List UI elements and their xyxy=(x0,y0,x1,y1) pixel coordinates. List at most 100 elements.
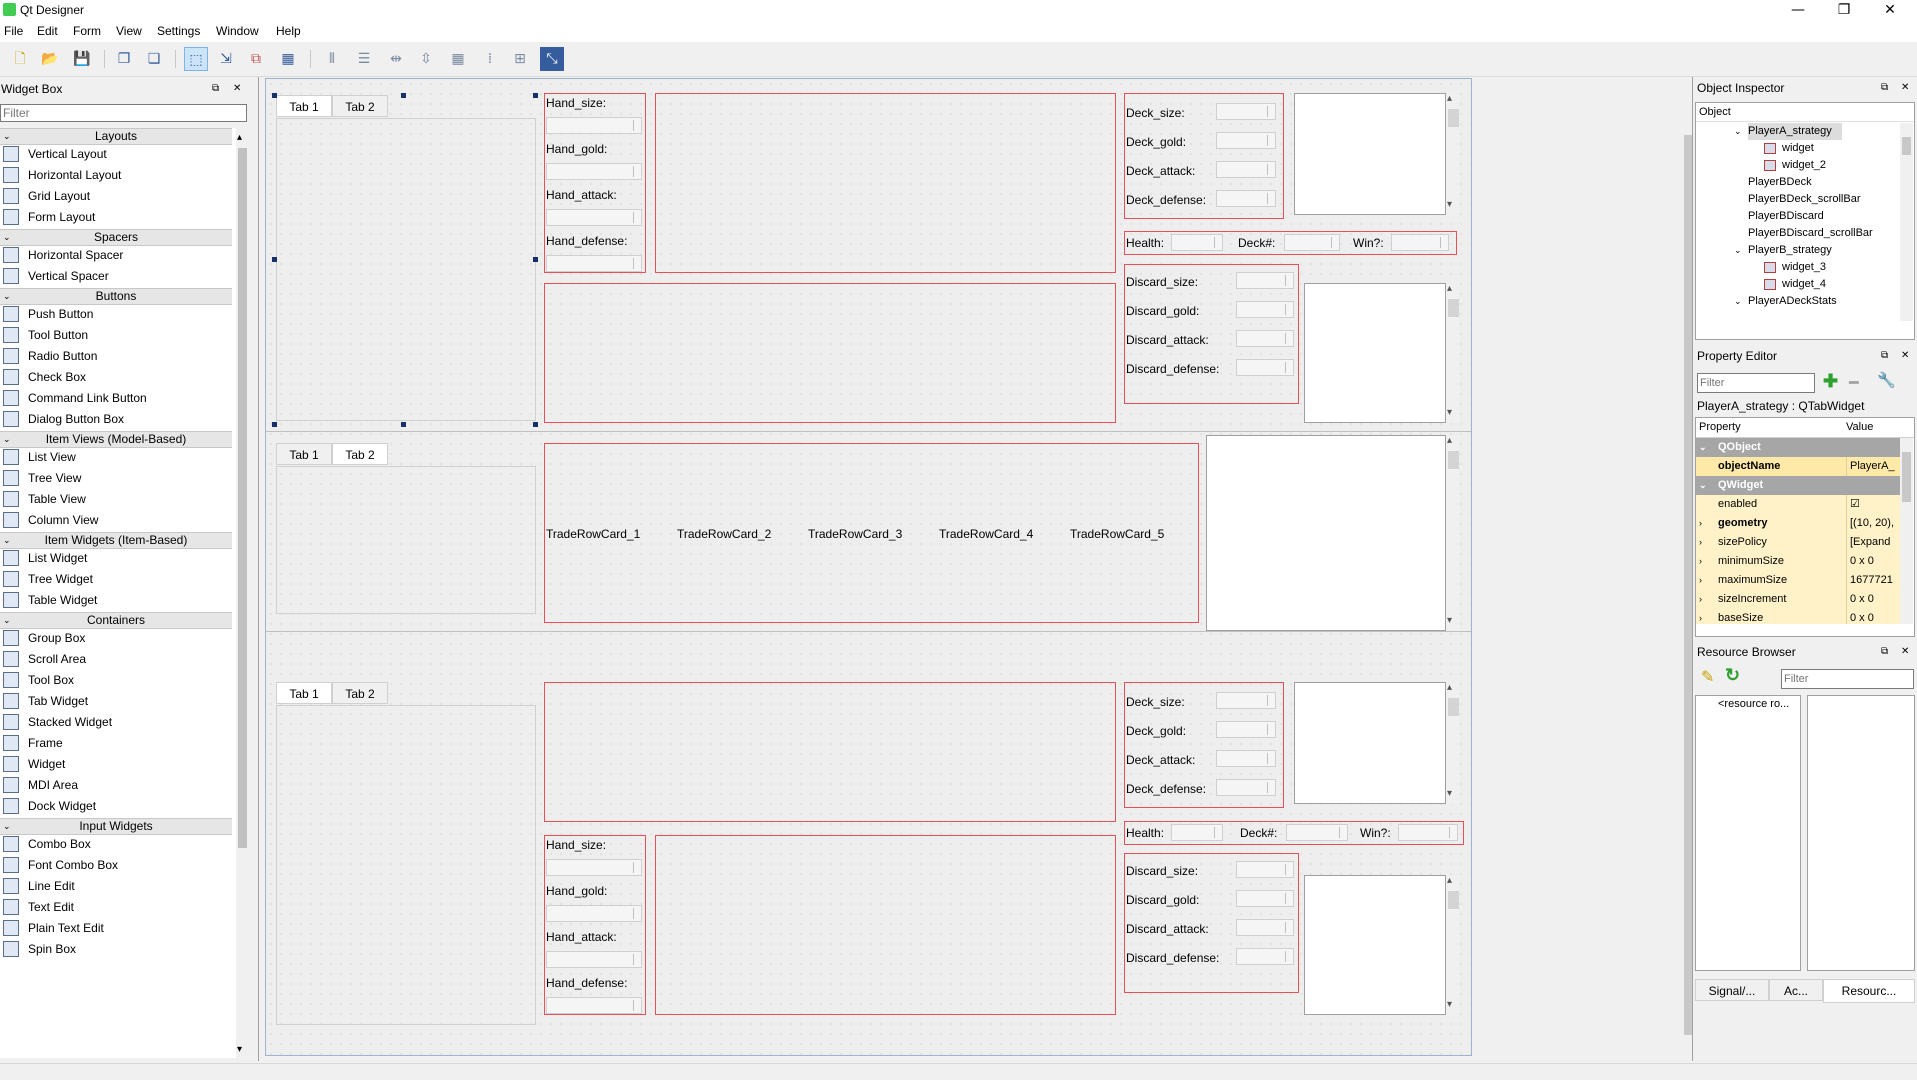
player-b-discard-list[interactable] xyxy=(1304,875,1446,1015)
float-icon[interactable]: ⧉ xyxy=(212,80,219,98)
discard-defense-spinbox[interactable] xyxy=(1236,948,1294,965)
form-canvas[interactable]: Tab 1 Tab 2 Hand_size: Hand_gold: Hand_a… xyxy=(265,78,1472,1056)
resource-filter-input[interactable] xyxy=(1781,669,1914,689)
float-icon[interactable]: ⧉ xyxy=(1881,79,1888,97)
chevron-right-icon[interactable]: › xyxy=(1699,552,1702,571)
chevron-right-icon[interactable]: › xyxy=(1699,514,1702,533)
add-dynamic-property-icon[interactable]: ✚ xyxy=(1823,371,1838,392)
property-value[interactable]: 1677721 xyxy=(1846,571,1900,590)
property-value[interactable]: 0 x 0 xyxy=(1846,590,1900,609)
widget-item[interactable]: Vertical Spacer xyxy=(0,264,232,288)
hand-size-spinbox[interactable] xyxy=(546,117,642,134)
player-a-hand-cards[interactable] xyxy=(655,93,1116,273)
configure-wrench-icon[interactable]: 🔧 xyxy=(1877,371,1896,389)
scroll-down-icon[interactable]: ▾ xyxy=(1447,999,1452,1010)
chevron-right-icon[interactable]: › xyxy=(1699,609,1702,624)
reload-icon[interactable]: ↻ xyxy=(1725,665,1740,686)
property-row[interactable]: › maximumSize 1677721 xyxy=(1696,571,1900,590)
trade-tab-page[interactable] xyxy=(276,466,536,614)
selection-handle[interactable] xyxy=(533,257,538,262)
player-b-hand-cards[interactable] xyxy=(655,835,1116,1015)
menu-help[interactable]: Help xyxy=(276,24,301,38)
close-button[interactable]: ✕ xyxy=(1867,0,1913,20)
tab-1[interactable]: Tab 1 xyxy=(276,443,332,465)
property-value[interactable]: 0 x 0 xyxy=(1846,609,1900,624)
resource-tree[interactable]: <resource ro... xyxy=(1695,695,1801,971)
tab-2[interactable]: Tab 2 xyxy=(332,682,388,704)
widget-item[interactable]: Dock Widget xyxy=(0,794,232,818)
object-tree-row[interactable]: widget_4 xyxy=(1696,276,1900,293)
health-spinbox[interactable] xyxy=(1171,234,1223,251)
property-row[interactable]: › geometry [(10, 20), xyxy=(1696,514,1900,533)
property-value[interactable]: [(10, 20), xyxy=(1846,514,1900,533)
object-tree-row[interactable]: PlayerBDiscard xyxy=(1696,208,1900,225)
remove-property-icon[interactable]: ━ xyxy=(1849,373,1859,393)
property-row[interactable]: enabled ☑ xyxy=(1696,495,1900,514)
send-to-back-icon[interactable]: ❐ xyxy=(112,47,136,71)
player-b-play-area[interactable] xyxy=(544,682,1116,822)
property-row[interactable]: › sizeIncrement 0 x 0 xyxy=(1696,590,1900,609)
chevron-right-icon[interactable]: › xyxy=(1699,571,1702,590)
win-spinbox[interactable] xyxy=(1398,824,1458,841)
trade-row-card-1[interactable]: TradeRowCard_1 xyxy=(546,527,640,541)
tab-1[interactable]: Tab 1 xyxy=(276,682,332,704)
object-tree-row[interactable]: PlayerBDeck xyxy=(1696,174,1900,191)
object-tree-row[interactable]: ⌄ PlayerADeckStats xyxy=(1696,293,1900,310)
property-scrollbar[interactable] xyxy=(1900,438,1913,624)
scroll-up-icon[interactable]: ▴ xyxy=(1447,93,1452,104)
widget-item[interactable]: Dialog Button Box xyxy=(0,407,232,431)
hand-defense-spinbox[interactable] xyxy=(546,255,642,272)
scroll-down-icon[interactable]: ▾ xyxy=(1447,407,1452,418)
scroll-down-icon[interactable]: ▾ xyxy=(1447,788,1452,799)
scrollbar-thumb[interactable] xyxy=(238,148,247,848)
scroll-up-icon[interactable]: ▴ xyxy=(1447,682,1452,693)
property-value[interactable]: 0 x 0 xyxy=(1846,552,1900,571)
chevron-down-icon[interactable]: ⌄ xyxy=(1734,242,1742,259)
edit-tab-order-icon[interactable]: ▦ xyxy=(276,47,300,71)
tab-2[interactable]: Tab 2 xyxy=(332,443,388,465)
discard-defense-spinbox[interactable] xyxy=(1236,359,1294,376)
hand-size-spinbox[interactable] xyxy=(546,859,642,876)
trade-log-scrollbar[interactable]: ▴ ▾ xyxy=(1446,435,1459,631)
menu-edit[interactable]: Edit xyxy=(37,24,58,38)
resource-root[interactable]: <resource ro... xyxy=(1718,698,1789,710)
layout-grid-icon[interactable]: ▦ xyxy=(446,47,470,71)
player-b-strategy-tab-page[interactable] xyxy=(276,705,536,1025)
deck-size-spinbox[interactable] xyxy=(1216,692,1276,709)
deck-gold-spinbox[interactable] xyxy=(1216,132,1276,149)
widget-item[interactable]: Table Widget xyxy=(0,588,232,612)
discard-attack-spinbox[interactable] xyxy=(1236,919,1294,936)
hand-attack-spinbox[interactable] xyxy=(546,951,642,968)
discard-size-spinbox[interactable] xyxy=(1236,861,1294,878)
selection-handle[interactable] xyxy=(401,422,406,427)
deck-defense-spinbox[interactable] xyxy=(1216,190,1276,207)
layout-horizontally-icon[interactable]: ⦀ xyxy=(320,47,344,71)
object-tree-scrollbar[interactable] xyxy=(1900,123,1913,321)
menu-file[interactable]: File xyxy=(4,24,23,38)
property-filter-input[interactable] xyxy=(1697,373,1815,393)
property-group-row[interactable]: ⌄ QWidget xyxy=(1696,476,1900,495)
chevron-down-icon[interactable]: ⌄ xyxy=(1699,476,1707,495)
selection-handle[interactable] xyxy=(272,93,277,98)
trade-row-card-5[interactable]: TradeRowCard_5 xyxy=(1070,527,1164,541)
edit-buddies-icon[interactable]: ⧉ xyxy=(244,47,268,71)
tab-2[interactable]: Tab 2 xyxy=(332,95,388,117)
discard-gold-spinbox[interactable] xyxy=(1236,890,1294,907)
tab-resource-browser[interactable]: Resourc... xyxy=(1823,979,1915,1003)
trade-row-card-2[interactable]: TradeRowCard_2 xyxy=(677,527,771,541)
property-value[interactable]: [Expand xyxy=(1846,533,1900,552)
property-row[interactable]: › baseSize 0 x 0 xyxy=(1696,609,1900,624)
player-b-deck-scrollbar[interactable]: ▴ ▾ xyxy=(1446,682,1459,804)
object-tree-row[interactable]: ⌄ PlayerB_strategy xyxy=(1696,242,1900,259)
deck-defense-spinbox[interactable] xyxy=(1216,779,1276,796)
chevron-down-icon[interactable]: ⌄ xyxy=(1734,293,1742,310)
menu-form[interactable]: Form xyxy=(73,24,101,38)
property-column-header[interactable]: Property xyxy=(1699,418,1741,437)
selection-handle[interactable] xyxy=(533,422,538,427)
object-inspector-tree[interactable]: Object ⌄ PlayerA_strategy widget widget_2 Pl… xyxy=(1695,102,1915,340)
tab-signal-slot-editor[interactable]: Signal/... xyxy=(1695,979,1769,1001)
hand-gold-spinbox[interactable] xyxy=(546,163,642,180)
health-spinbox[interactable] xyxy=(1171,824,1223,841)
break-layout-icon[interactable]: ⊞ xyxy=(508,47,532,71)
float-icon[interactable]: ⧉ xyxy=(1881,643,1888,661)
